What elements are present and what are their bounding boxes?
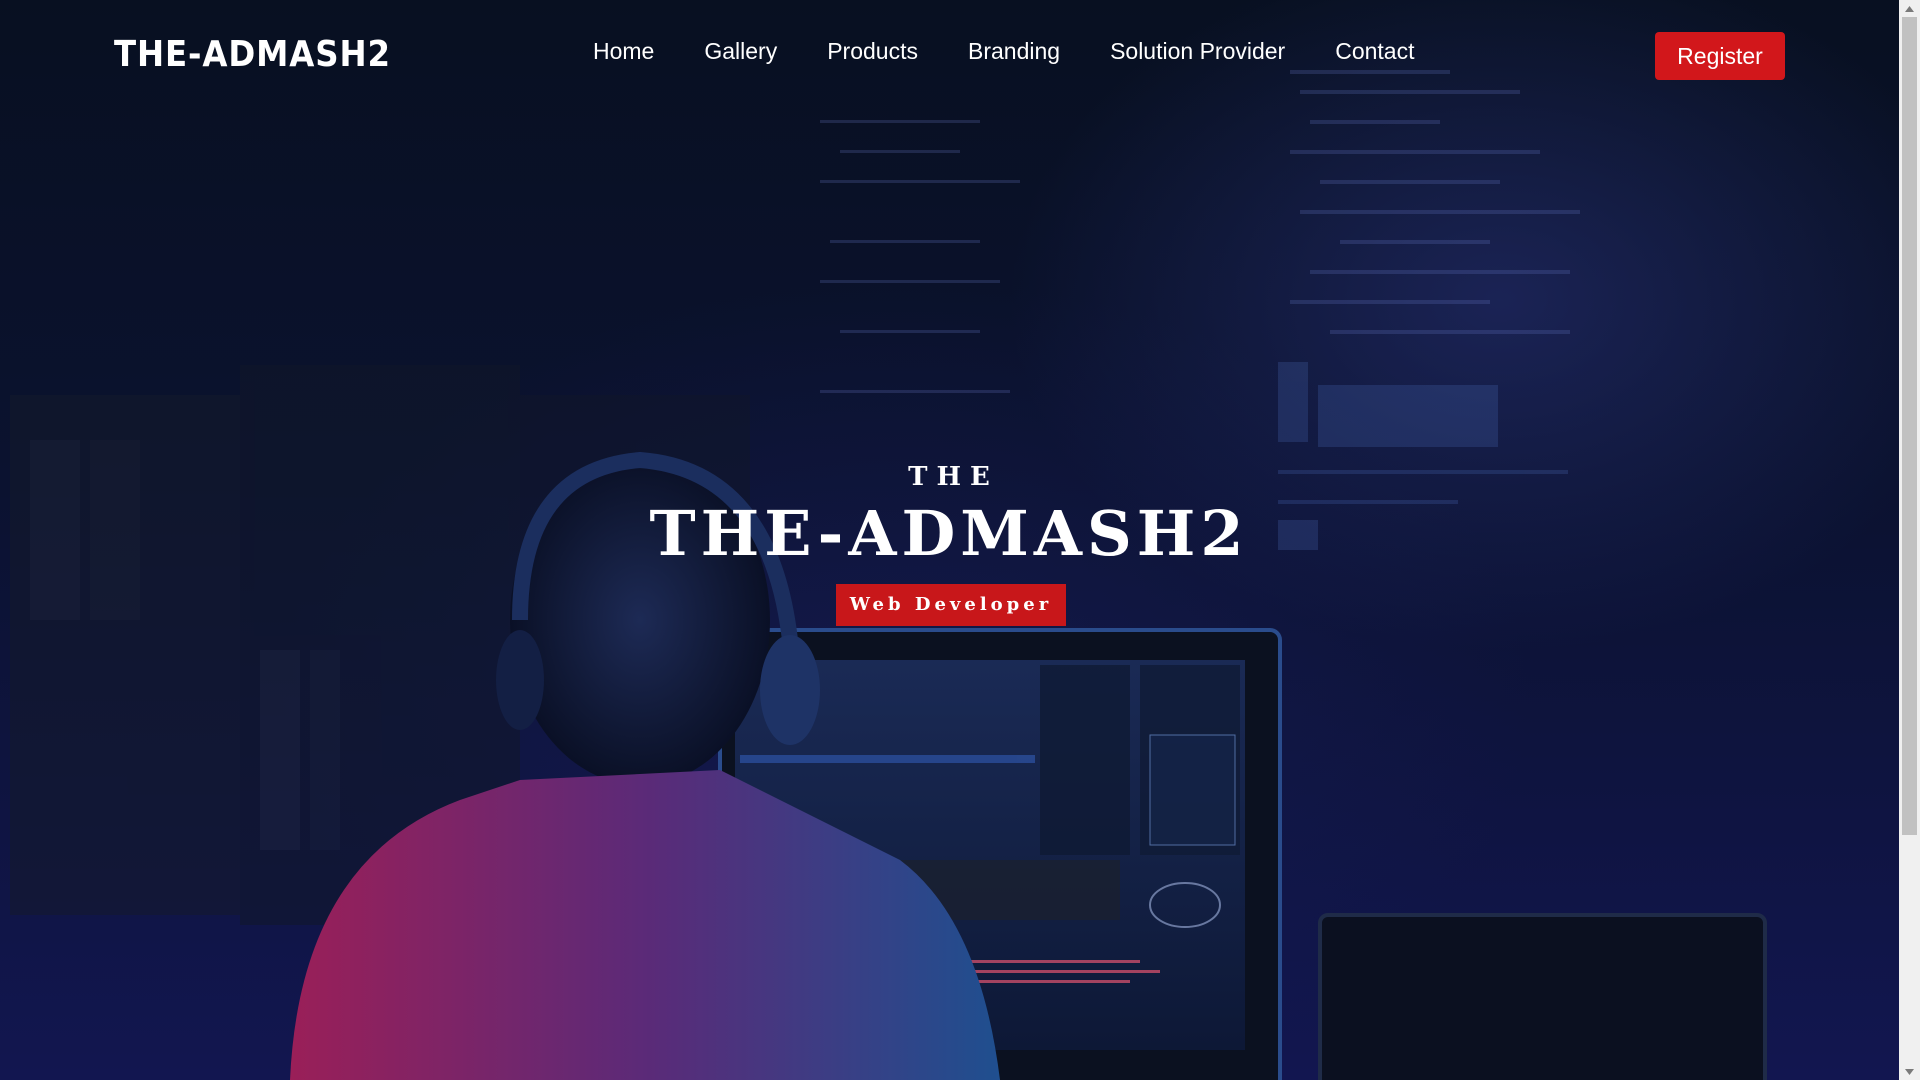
page: THE-ADMASH2 Home Gallery Products Brandi…	[0, 0, 1920, 1080]
scrollbar-thumb[interactable]	[1902, 17, 1917, 835]
top-navigation: THE-ADMASH2 Home Gallery Products Brandi…	[0, 0, 1898, 110]
nav-item-products[interactable]: Products	[827, 38, 918, 65]
register-button[interactable]: Register	[1655, 32, 1785, 80]
scroll-up-arrow-icon[interactable]	[1899, 0, 1920, 17]
hero-title: THE-ADMASH2	[649, 497, 1249, 570]
main-menu: Home Gallery Products Branding Solution …	[593, 38, 1464, 65]
scroll-down-arrow-icon[interactable]	[1899, 1063, 1920, 1080]
nav-item-branding[interactable]: Branding	[968, 38, 1060, 65]
nav-item-home[interactable]: Home	[593, 38, 654, 65]
vertical-scrollbar[interactable]	[1899, 0, 1920, 1080]
hero-section: THE THE-ADMASH2 Web Developer	[0, 462, 1898, 626]
nav-item-solution-provider[interactable]: Solution Provider	[1110, 38, 1285, 65]
nav-item-gallery[interactable]: Gallery	[704, 38, 777, 65]
hero-role-badge: Web Developer	[836, 584, 1066, 626]
hero-kicker: THE	[908, 462, 999, 492]
brand-logo[interactable]: THE-ADMASH2	[114, 34, 391, 75]
nav-item-contact[interactable]: Contact	[1335, 38, 1414, 65]
